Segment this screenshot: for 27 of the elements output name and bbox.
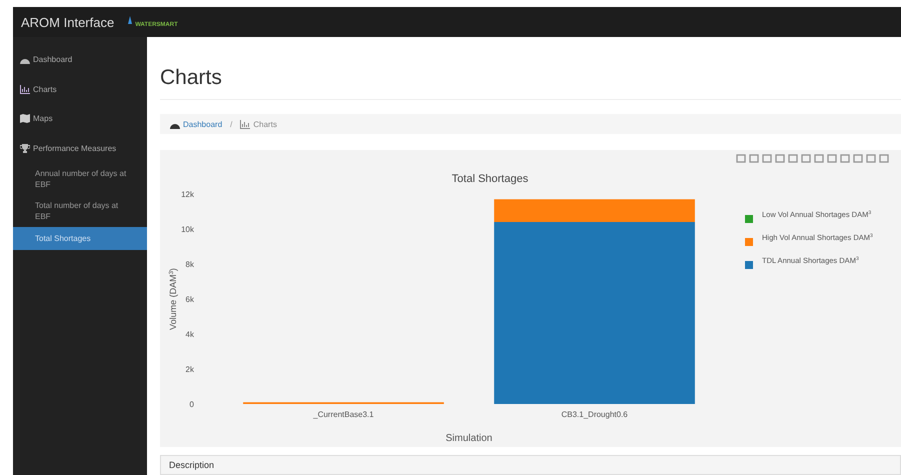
- axis-tick-label: _CurrentBase3.1: [313, 410, 374, 420]
- axis-tick-label: 0: [190, 400, 194, 410]
- nav-subitem[interactable]: Annual number of days at EBF: [13, 163, 147, 195]
- app-title[interactable]: AROM Interface: [21, 14, 114, 30]
- axis-tick-label: CB3.1_Drought0.6: [561, 410, 628, 420]
- axis-tick-label: 6k: [186, 295, 194, 304]
- nav-item[interactable]: Dashboard: [13, 45, 147, 74]
- nav-item[interactable]: Charts: [13, 74, 147, 104]
- nav-subitem[interactable]: Total Shortages: [13, 227, 147, 250]
- axis-title: Simulation: [446, 433, 492, 444]
- chart-icon: [20, 84, 30, 94]
- description-header[interactable]: Description: [160, 455, 901, 475]
- axis-tick-label: 2k: [186, 365, 194, 374]
- breadcrumb-link[interactable]: Dashboard: [183, 120, 222, 129]
- axis-tick-label: 12k: [181, 190, 194, 200]
- breadcrumb-separator: /: [229, 120, 234, 129]
- axis-tick-label: 4k: [186, 330, 194, 340]
- nav-item[interactable]: Performance Measures: [13, 134, 147, 163]
- axis-tick-label: 10k: [181, 225, 194, 234]
- map-icon: [20, 114, 30, 124]
- axis-tick-label: 8k: [186, 260, 194, 270]
- chart-title: Total Shortages: [452, 173, 528, 186]
- chart-icon: [240, 120, 250, 129]
- nav-subitem[interactable]: Total number of days at EBF: [13, 195, 147, 227]
- page-title: Charts: [160, 66, 901, 100]
- nav-item[interactable]: Maps: [13, 104, 147, 134]
- trophy-icon: [20, 144, 30, 153]
